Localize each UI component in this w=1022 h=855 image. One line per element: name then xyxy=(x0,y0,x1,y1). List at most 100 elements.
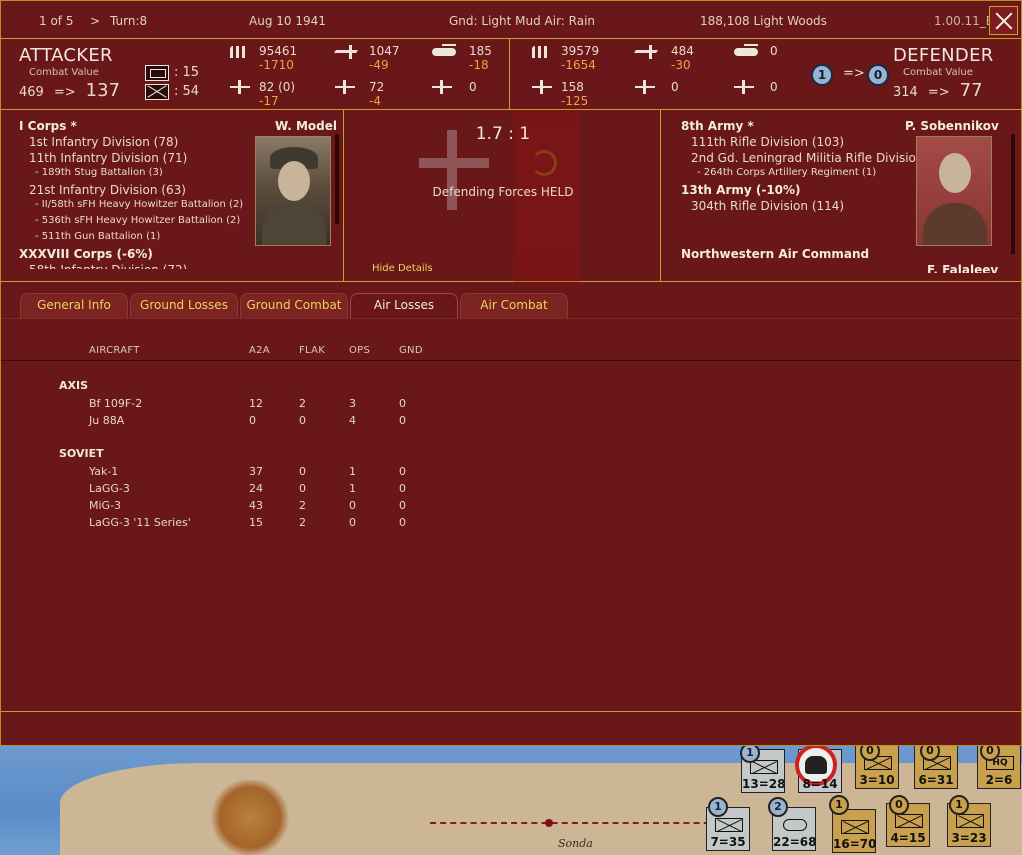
fort-arrow: => xyxy=(843,66,865,81)
unit-counter[interactable]: 8=14 xyxy=(795,745,842,793)
oob-unit-line[interactable]: 1st Infantry Division (78) xyxy=(19,135,249,151)
loss-value-cell: 0 xyxy=(249,414,256,427)
town-label: Sonda xyxy=(558,837,593,850)
aircraft-name-cell: LaGG-3 '11 Series' xyxy=(89,516,191,529)
oob-formation-header[interactable]: XXXVIII Corps (-6%) xyxy=(19,247,249,263)
oob-formation-header[interactable]: Northwestern Air Command xyxy=(681,247,926,263)
battle-result-panel: 1.7 : 1 Defending Forces HELD Hide Detai… xyxy=(343,110,661,282)
game-map[interactable]: Sonda 13=28 1 8=14 3=10 0 6=31 0 HQ 2=6 … xyxy=(0,745,1022,855)
tab-air-combat[interactable]: Air Combat xyxy=(460,293,568,318)
loss-value-cell: 37 xyxy=(249,465,263,478)
bomber-icon xyxy=(635,80,655,94)
bomber-icon xyxy=(335,80,355,94)
top-info-bar: 1 of 5 > Turn:8 Aug 10 1941 Gnd: Light M… xyxy=(1,1,1021,39)
loss-value-cell: 0 xyxy=(399,465,406,478)
defender-fighters: 158 -125 xyxy=(561,80,589,108)
defender-scrollbar[interactable] xyxy=(1011,134,1015,254)
combat-odds: 1.7 : 1 xyxy=(475,124,531,144)
next-page-button[interactable]: > xyxy=(90,14,100,28)
unit-badge: 2 xyxy=(768,797,788,817)
oob-unit-line[interactable]: 11th Infantry Division (71) xyxy=(19,151,249,167)
loss-value-cell: 24 xyxy=(249,482,263,495)
unit-badge: 1 xyxy=(708,797,728,817)
oob-unit-line[interactable]: - 511th Gun Battalion (1) xyxy=(19,231,249,247)
date-label: Aug 10 1941 xyxy=(249,14,326,28)
tank-icon xyxy=(734,44,758,58)
aircraft-name-cell: MiG-3 xyxy=(89,499,122,512)
attacker-guns: 1047 -49 xyxy=(369,44,400,72)
loss-value-cell: 12 xyxy=(249,397,263,410)
loss-value-cell: 0 xyxy=(349,499,356,512)
column-header-aircraft: AIRCRAFT xyxy=(89,345,140,356)
railway-line xyxy=(430,822,730,824)
oob-unit-line[interactable]: 2nd Gd. Leningrad Militia Rifle Division… xyxy=(681,151,926,167)
attacker-unit-count: : 54 xyxy=(174,84,200,99)
weather-label: Gnd: Light Mud Air: Rain xyxy=(449,14,596,28)
oob-unit-line[interactable]: 21st Infantry Division (63) xyxy=(19,183,249,199)
loss-value-cell: 0 xyxy=(399,414,406,427)
unit-counter[interactable]: 16=70 xyxy=(832,809,876,853)
attacker-order-of-battle: I Corps * 1st Infantry Division (78) 11th … xyxy=(19,119,249,269)
aircraft-name-cell: Yak-1 xyxy=(89,465,119,478)
attacker-scrollbar[interactable] xyxy=(335,134,339,224)
oob-unit-line[interactable]: - 264th Corps Artillery Regiment (1) xyxy=(681,167,926,183)
oob-formation-header[interactable]: 13th Army (-10%) xyxy=(681,183,926,199)
defender-cv-label: Combat Value xyxy=(903,67,973,78)
loss-value-cell: 43 xyxy=(249,499,263,512)
oob-unit-line[interactable]: 58th Infantry Division (72) xyxy=(19,263,249,269)
unit-badge: 1 xyxy=(949,795,969,815)
oob-unit-line[interactable]: - 189th Stug Battalion (3) xyxy=(19,167,249,183)
men-icon xyxy=(532,45,552,59)
defender-bombers: 0 xyxy=(671,80,679,94)
loss-value-cell: 2 xyxy=(299,499,306,512)
fort-level-after: 0 xyxy=(867,64,889,86)
oob-unit-line[interactable] xyxy=(681,231,926,247)
attacker-commander-portrait xyxy=(255,136,331,246)
attacker-men: 95461 -1710 xyxy=(259,44,298,72)
loss-value-cell: 0 xyxy=(299,465,306,478)
gun-icon xyxy=(635,45,655,59)
defender-title: DEFENDER xyxy=(893,45,994,66)
defender-air-commander: F. Falaleev xyxy=(927,263,999,273)
oob-unit-line[interactable]: - 536th sFH Heavy Howitzer Battalion (2) xyxy=(19,215,249,231)
tab-ground-losses[interactable]: Ground Losses xyxy=(130,293,238,318)
defender-afv: 0 xyxy=(770,44,778,58)
oob-formation-header[interactable]: I Corps * xyxy=(19,119,249,135)
location-label: 188,108 Light Woods xyxy=(700,14,827,28)
side-group-label: AXIS xyxy=(59,379,89,392)
attacker-hq-count: : 15 xyxy=(174,65,200,80)
defender-other-air: 0 xyxy=(770,80,778,94)
aircraft-name-cell: Bf 109F-2 xyxy=(89,397,143,410)
aircraft-name-cell: Ju 88A xyxy=(89,414,125,427)
oob-unit-line[interactable] xyxy=(681,215,926,231)
close-icon[interactable] xyxy=(989,6,1018,35)
hide-details-link[interactable]: Hide Details xyxy=(372,263,433,274)
air-losses-table: AIRCRAFT A2A FLAK OPS GND AXIS Bf 109F-2 1… xyxy=(1,318,1021,711)
column-header-flak: FLAK xyxy=(299,345,326,356)
loss-value-cell: 2 xyxy=(299,397,306,410)
fighter-icon xyxy=(230,80,250,94)
unit-badge: 0 xyxy=(889,795,909,815)
attacker-fighters: 82 (0) -17 xyxy=(259,80,296,108)
tab-air-losses[interactable]: Air Losses xyxy=(350,293,458,318)
combat-result: Defending Forces HELD xyxy=(432,185,574,199)
tab-general-info[interactable]: General Info xyxy=(20,293,128,318)
gun-icon xyxy=(335,45,355,59)
loss-value-cell: 0 xyxy=(349,516,356,529)
oob-unit-line[interactable]: - II/58th sFH Heavy Howitzer Battalion (… xyxy=(19,199,249,215)
unit-badge: 1 xyxy=(829,795,849,815)
marsh-terrain xyxy=(210,780,290,855)
oob-formation-header[interactable]: 8th Army * xyxy=(681,119,926,135)
oob-unit-line[interactable]: 304th Rifle Division (114) xyxy=(681,199,926,215)
loss-value-cell: 0 xyxy=(399,482,406,495)
attacker-bombers: 72 -4 xyxy=(369,80,385,108)
oob-unit-line[interactable]: 111th Rifle Division (103) xyxy=(681,135,926,151)
men-icon xyxy=(230,45,250,59)
combat-details-panel: I Corps * 1st Infantry Division (78) 11th … xyxy=(1,110,1021,282)
detail-tabs: General Info Ground Losses Ground Combat… xyxy=(1,282,1021,318)
tank-icon xyxy=(432,44,456,58)
loss-value-cell: 15 xyxy=(249,516,263,529)
tab-ground-combat[interactable]: Ground Combat xyxy=(240,293,348,318)
attacker-commander: W. Model xyxy=(275,119,338,133)
defender-guns: 484 -30 xyxy=(671,44,694,72)
